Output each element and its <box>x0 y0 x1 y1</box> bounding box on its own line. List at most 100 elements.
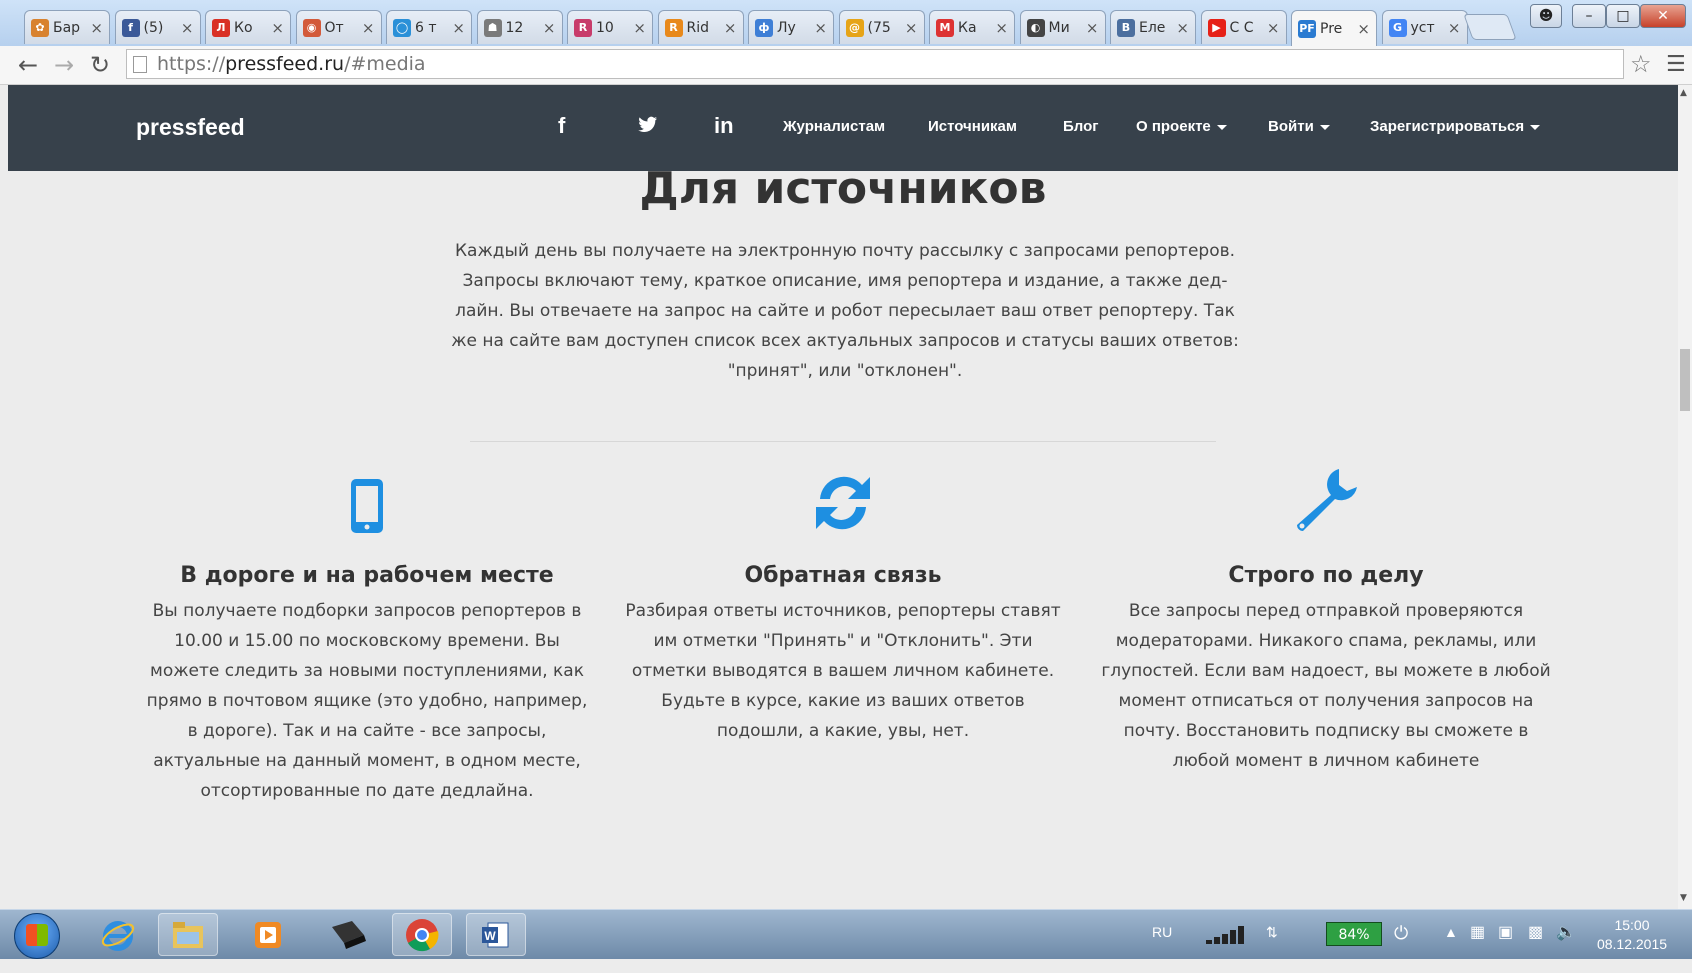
browser-tab[interactable]: Gуст × <box>1381 10 1468 44</box>
scroll-down-icon[interactable]: ▼ <box>1680 893 1687 903</box>
user-profile-button[interactable]: ☻ <box>1530 4 1562 28</box>
tab-close-icon[interactable]: × <box>995 19 1008 37</box>
tab-close-icon[interactable]: × <box>814 19 827 37</box>
address-bar[interactable]: https://pressfeed.ru/#media <box>126 49 1624 79</box>
tab-close-icon[interactable]: × <box>543 19 556 37</box>
site-logo[interactable]: pressfeed <box>136 114 245 141</box>
internet-explorer-icon[interactable] <box>88 913 148 956</box>
browser-tab[interactable]: ☗ 12 × <box>476 10 563 44</box>
browser-tab[interactable]: R Rid × <box>657 10 744 44</box>
tab-close-icon[interactable]: × <box>1176 19 1189 37</box>
tab-title: Pre <box>1320 20 1343 37</box>
tab-close-icon[interactable]: × <box>905 19 918 37</box>
browser-tab[interactable]: ◯ 6 т × <box>386 10 472 44</box>
browser-tab[interactable]: М Ка × <box>929 10 1015 44</box>
modem-icon[interactable]: ⇅ <box>1266 924 1278 973</box>
network-icon[interactable]: ▩ <box>1528 922 1543 971</box>
maximize-button[interactable]: □ <box>1606 4 1640 28</box>
device-icon[interactable]: ▣ <box>1498 922 1513 971</box>
tab-favicon-icon: ☗ <box>483 18 502 37</box>
tab-close-icon[interactable]: × <box>452 19 465 37</box>
tab-close-icon[interactable]: × <box>1448 19 1461 37</box>
browser-tab[interactable]: ✿ Бар × <box>24 10 110 44</box>
tab-close-icon[interactable]: × <box>181 19 194 37</box>
action-center-icon[interactable]: ▦ <box>1470 922 1485 971</box>
nav-register-label: Зарегистрироваться <box>1370 118 1525 135</box>
bookmark-star-icon[interactable]: ☆ <box>1630 50 1652 78</box>
chrome-icon[interactable] <box>392 913 452 956</box>
linkedin-icon[interactable]: in <box>714 113 734 139</box>
page-icon <box>133 56 147 73</box>
tab-close-icon[interactable]: × <box>90 19 103 37</box>
system-clock[interactable]: 15:00 08.12.2015 <box>1592 916 1672 954</box>
browser-tab[interactable]: ▶ С С × <box>1200 10 1287 44</box>
language-indicator[interactable]: RU <box>1152 924 1172 973</box>
vertical-scrollbar[interactable]: ▲ ▼ <box>1678 85 1692 909</box>
tab-favicon-icon: B <box>1117 18 1135 37</box>
power-plug-icon[interactable]: ⏻ <box>1394 923 1408 972</box>
tab-title: 10 <box>596 19 614 36</box>
caret-down-icon <box>1319 124 1330 130</box>
minimize-button[interactable]: – <box>1572 4 1606 28</box>
tab-favicon-icon: R <box>664 18 683 37</box>
browser-tab[interactable]: ф Лу × <box>748 10 834 44</box>
nav-about[interactable]: О проекте <box>1136 118 1227 135</box>
browser-tab[interactable]: Л Ко × <box>205 10 291 44</box>
tab-close-icon[interactable]: × <box>1267 19 1280 37</box>
signal-strength-icon[interactable] <box>1204 924 1252 973</box>
browser-tab[interactable]: @ (75 × <box>838 10 925 44</box>
new-tab-button[interactable] <box>1463 14 1517 40</box>
tab-close-icon[interactable]: × <box>1086 19 1099 37</box>
tab-close-icon[interactable]: × <box>633 19 646 37</box>
nav-journalists[interactable]: Журналистам <box>783 118 885 135</box>
back-icon[interactable]: ← <box>14 51 42 79</box>
wrench-icon <box>1101 455 1551 535</box>
browser-tab[interactable]: ◐ Ми × <box>1019 10 1106 44</box>
windows-logo-icon <box>26 924 48 946</box>
word-icon[interactable]: W <box>466 913 526 956</box>
sources-section: Для источников Каждый день вы получаете … <box>8 163 1678 909</box>
tab-favicon-icon: f <box>121 18 140 37</box>
tab-close-icon[interactable]: × <box>1357 20 1370 38</box>
forward-icon[interactable]: → <box>50 51 78 79</box>
browser-tab[interactable]: B Еле × <box>1110 10 1196 44</box>
tab-close-icon[interactable]: × <box>724 19 737 37</box>
divider <box>470 441 1216 442</box>
volume-icon[interactable]: 🔈 <box>1556 922 1576 971</box>
nav-register[interactable]: Зарегистрироваться <box>1370 118 1541 135</box>
scrollbar-thumb[interactable] <box>1680 349 1690 411</box>
reload-icon[interactable]: ↻ <box>86 51 114 79</box>
menu-icon[interactable]: ☰ <box>1666 52 1686 77</box>
caret-down-icon <box>1530 124 1541 130</box>
tab-title: 6 т <box>415 19 437 36</box>
browser-tab[interactable]: PF Pre × <box>1291 10 1377 46</box>
nav-login[interactable]: Войти <box>1268 118 1330 135</box>
scroll-up-icon[interactable]: ▲ <box>1680 88 1687 98</box>
browser-tab[interactable]: R 10 × <box>567 10 653 44</box>
section-heading: Для источников <box>639 163 1047 214</box>
facebook-icon[interactable]: f <box>558 113 565 139</box>
browser-tab[interactable]: f (5) × <box>114 10 201 44</box>
nav-sources[interactable]: Источникам <box>928 118 1017 135</box>
tab-favicon-icon: ▶ <box>1207 18 1226 37</box>
browser-tab[interactable]: ◉ От × <box>295 10 382 44</box>
tab-title: (5) <box>143 19 164 36</box>
tab-close-icon[interactable]: × <box>362 19 375 37</box>
close-window-button[interactable]: ✕ <box>1640 4 1686 28</box>
start-button[interactable] <box>14 913 60 959</box>
battery-indicator[interactable]: 84% <box>1326 922 1382 946</box>
media-player-icon[interactable] <box>238 913 298 956</box>
show-hidden-icons[interactable]: ▲ <box>1444 924 1458 973</box>
laptop-app-icon[interactable] <box>318 913 378 956</box>
twitter-icon[interactable] <box>638 116 658 139</box>
file-explorer-icon[interactable] <box>158 913 218 956</box>
feature-feedback: Обратная связь Разбирая ответы источнико… <box>618 455 1068 746</box>
tab-favicon-icon: ◉ <box>302 18 321 37</box>
tab-title: Rid <box>686 19 710 36</box>
nav-blog[interactable]: Блог <box>1063 118 1099 135</box>
tab-close-icon[interactable]: × <box>271 19 284 37</box>
tab-title: Лу <box>777 19 796 36</box>
tab-title: (75 <box>867 19 891 36</box>
tab-favicon-icon: ◯ <box>393 18 411 37</box>
tab-favicon-icon: ✿ <box>31 18 49 37</box>
